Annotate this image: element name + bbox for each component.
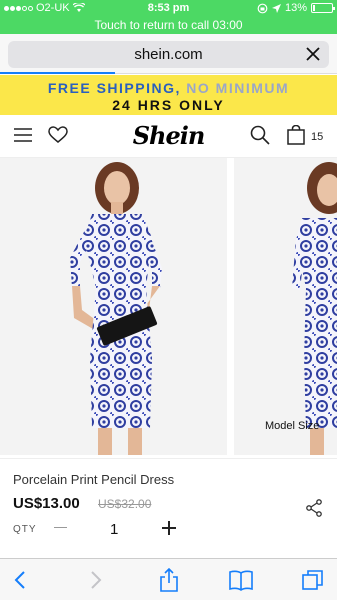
dress-photo <box>70 162 162 455</box>
promo-no-minimum: NO MINIMUM <box>186 80 290 96</box>
original-price: US$32.00 <box>98 497 152 511</box>
site-header: Shein 15 <box>0 115 337 158</box>
battery-percent: 13% <box>284 2 307 14</box>
qty-increase-button[interactable] <box>162 521 176 535</box>
back-icon[interactable] <box>8 568 34 592</box>
promo-duration: 24 HRS ONLY <box>112 97 225 113</box>
status-bar: O2-UK 8:53 pm 13% Touch to return to cal… <box>0 0 337 34</box>
share-icon[interactable] <box>305 499 323 517</box>
qty-value[interactable]: 1 <box>110 521 118 538</box>
return-to-call-banner[interactable]: Touch to return to call 03:00 <box>0 18 337 32</box>
product-image[interactable] <box>0 158 227 455</box>
battery-icon <box>311 3 335 13</box>
dress-photo-alt <box>292 162 337 455</box>
product-gallery[interactable]: Model Size <box>0 158 337 458</box>
product-name: Porcelain Print Pencil Dress <box>13 472 175 487</box>
url-text: shein.com <box>134 46 203 63</box>
close-icon[interactable] <box>303 44 323 64</box>
promo-banner[interactable]: FREE SHIPPING, NO MINIMUM 24 HRS ONLY <box>0 75 337 115</box>
page-load-progress <box>0 72 115 74</box>
product-price: US$13.00 <box>13 495 80 512</box>
model-size-link[interactable]: Model Size <box>265 420 319 432</box>
tabs-icon[interactable] <box>300 568 326 592</box>
forward-icon[interactable] <box>82 568 108 592</box>
url-field[interactable]: shein.com <box>8 41 329 68</box>
promo-free-shipping: FREE SHIPPING, <box>47 80 181 96</box>
bag-icon[interactable] <box>287 125 305 145</box>
search-icon[interactable] <box>250 125 270 145</box>
bag-count: 15 <box>311 131 324 143</box>
browser-toolbar <box>0 558 337 600</box>
qty-label: QTY <box>13 524 37 535</box>
product-image-secondary[interactable] <box>234 158 337 455</box>
share-sheet-icon[interactable] <box>156 568 182 592</box>
browser-address-bar: shein.com <box>0 34 337 74</box>
location-arrow-icon <box>271 3 281 13</box>
bookmarks-icon[interactable] <box>228 568 254 592</box>
battery-level <box>313 5 315 11</box>
qty-decrease-button[interactable] <box>54 527 67 528</box>
product-info: Porcelain Print Pencil Dress US$13.00 US… <box>0 458 337 558</box>
orientation-lock-icon <box>257 3 268 13</box>
